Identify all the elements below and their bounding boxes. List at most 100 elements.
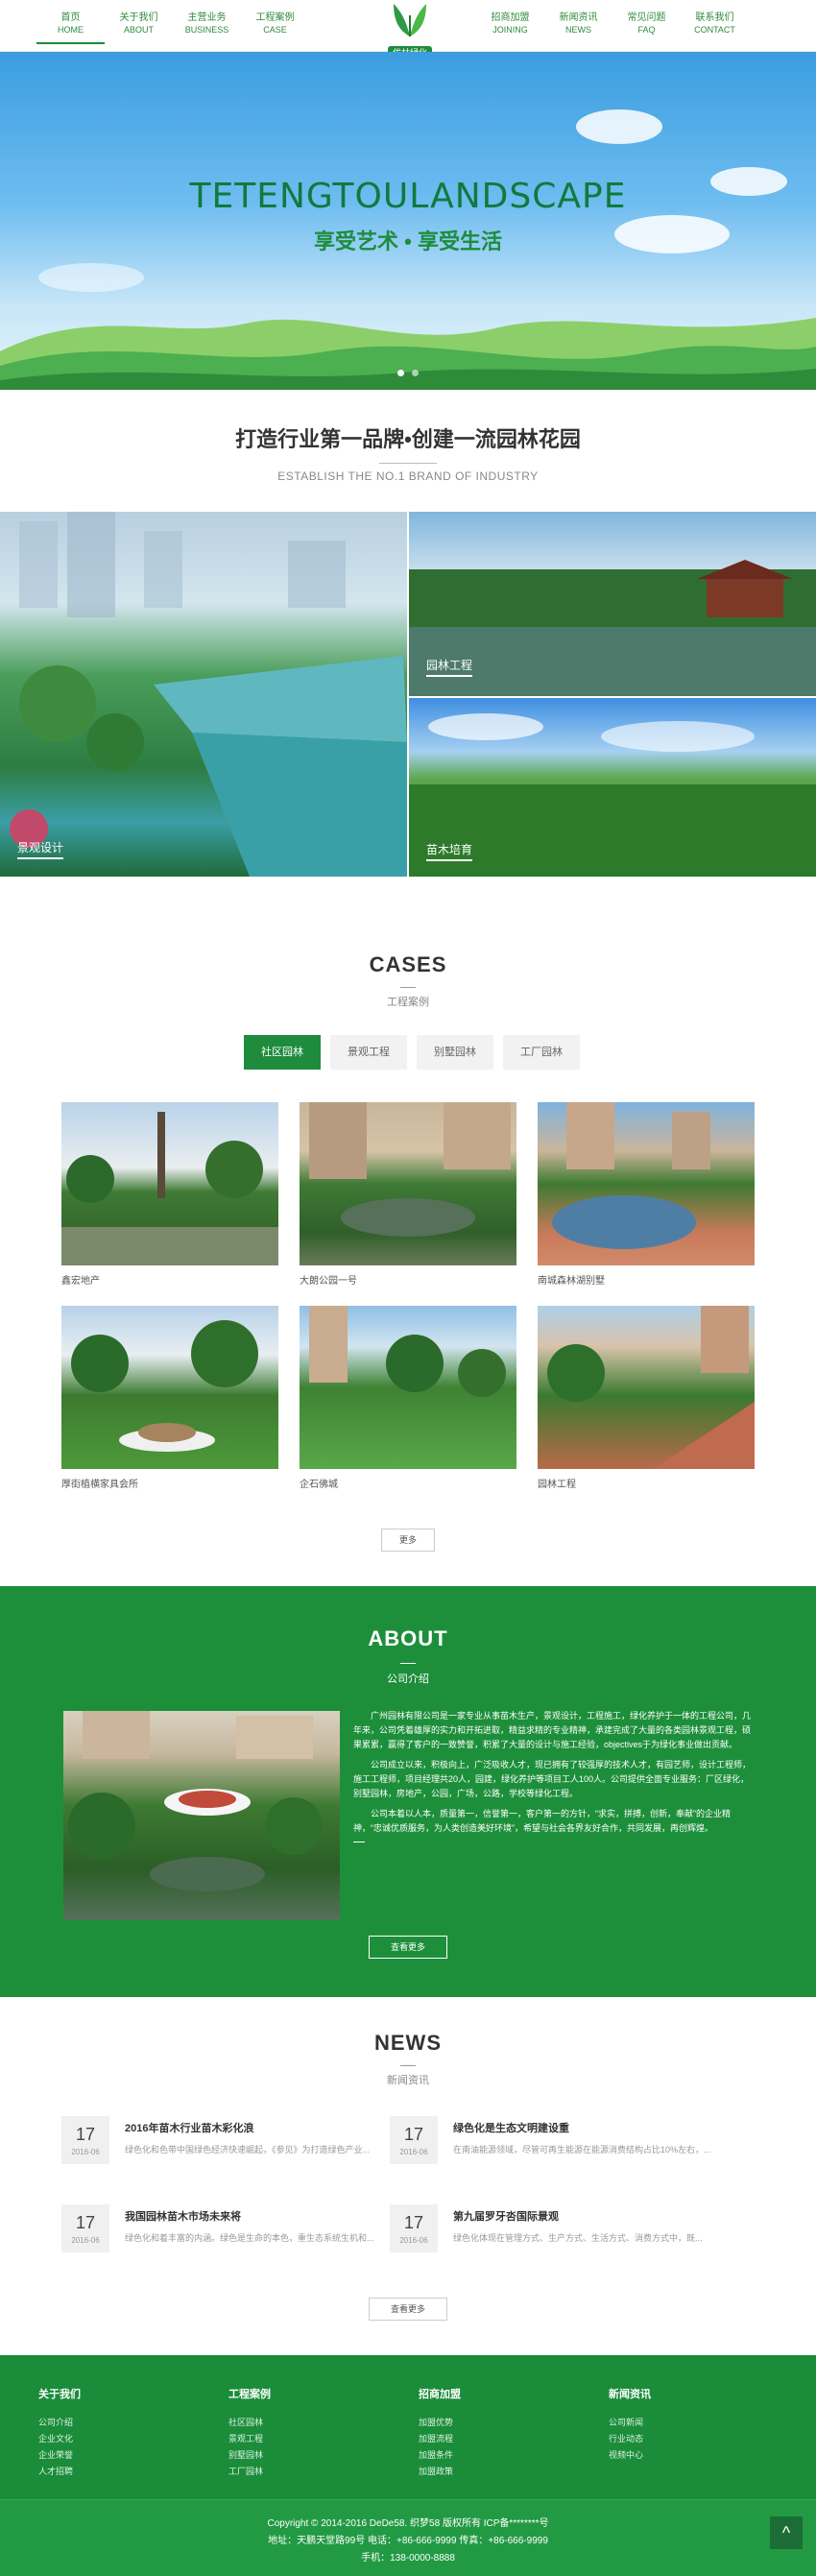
news-item-desc: 在南油能源领域，尽管可再生能源在能源消费结构占比10%左右，... bbox=[453, 2145, 711, 2155]
news-item-title[interactable]: 绿色化是生态文明建设重 bbox=[453, 2120, 569, 2135]
footer-link[interactable]: 企业荣誉 bbox=[38, 2447, 173, 2464]
footer-phone: 手机：138-0000-8888 bbox=[361, 2553, 455, 2564]
footer-link[interactable]: 视频中心 bbox=[609, 2447, 743, 2464]
nav-home[interactable]: 首页 HOME bbox=[36, 12, 105, 44]
news-date: 17 2016-06 bbox=[390, 2204, 438, 2252]
service-tile-nursery[interactable]: 苗木培育 bbox=[409, 698, 816, 877]
case-image bbox=[300, 1102, 516, 1265]
nav-right: 招商加盟 JOINING 新闻资讯 NEWS 常见问题 FAQ 联系我们 CONTACT bbox=[476, 12, 749, 36]
footer-link[interactable]: 行业动态 bbox=[609, 2431, 743, 2447]
nav-business[interactable]: 主营业务 BUSINESS bbox=[173, 12, 241, 44]
case-image bbox=[61, 1102, 278, 1265]
footer-link[interactable]: 别墅园林 bbox=[228, 2447, 363, 2464]
divider bbox=[379, 463, 437, 464]
case-card[interactable]: 鑫宏地产 bbox=[61, 1102, 278, 1287]
nav-about[interactable]: 关于我们 ABOUT bbox=[105, 12, 173, 44]
banner-title: TETENGTOULANDSCAPE bbox=[189, 177, 627, 216]
service-label-engineering: 园林工程 bbox=[426, 657, 473, 677]
nav-case[interactable]: 工程案例 CASE bbox=[241, 12, 309, 44]
news-item[interactable]: 17 2016-06 我国园林苗木市场未来将 绿色化和着丰富的内涵。绿色是生命的本… bbox=[61, 2204, 407, 2256]
news-item-title[interactable]: 2016年苗木行业苗木彩化浪 bbox=[125, 2120, 253, 2135]
footer-link[interactable]: 景观工程 bbox=[228, 2431, 363, 2447]
banner-dot-2[interactable] bbox=[412, 370, 419, 376]
nav-left: 首页 HOME 关于我们 ABOUT 主营业务 BUSINESS 工程案例 CASE bbox=[36, 12, 309, 44]
footer-col-cases: 工程案例 社区园林 景观工程 别墅园林 工厂园林 bbox=[228, 2386, 363, 2480]
footer-link[interactable]: 企业文化 bbox=[38, 2431, 173, 2447]
tab-villa[interactable]: 别墅园林 bbox=[417, 1035, 493, 1070]
divider bbox=[400, 987, 416, 988]
back-to-top-button[interactable]: ^ bbox=[770, 2516, 803, 2549]
case-caption: 园林工程 bbox=[538, 1480, 576, 1490]
footer-col-title: 关于我们 bbox=[38, 2389, 81, 2400]
footer-link[interactable]: 加盟优势 bbox=[419, 2415, 553, 2431]
nav-contact[interactable]: 联系我们 CONTACT bbox=[681, 12, 749, 36]
hero-banner[interactable]: TETENGTOULANDSCAPE 享受艺术 • 享受生活 bbox=[0, 52, 816, 390]
footer-col-about: 关于我们 公司介绍 企业文化 企业荣誉 人才招聘 bbox=[38, 2386, 173, 2480]
about-more-button[interactable]: 查看更多 bbox=[369, 1936, 447, 1959]
footer-link[interactable]: 加盟政策 bbox=[419, 2464, 553, 2480]
nav-faq[interactable]: 常见问题 FAQ bbox=[612, 12, 681, 36]
footer-col-joining: 招商加盟 加盟优势 加盟流程 加盟条件 加盟政策 bbox=[419, 2386, 553, 2480]
about-paragraph: 公司成立以来，积极向上，广泛吸收人才，现已拥有了较强厚的技术人才，有园艺师，设计… bbox=[353, 1760, 752, 1798]
news-title: NEWS bbox=[374, 2031, 442, 2055]
news-item[interactable]: 17 2016-06 第九届罗牙呇国际景观 绿色化体现在管理方式、生产方式、生活方… bbox=[390, 2204, 735, 2256]
nav-news[interactable]: 新闻资讯 NEWS bbox=[544, 12, 612, 36]
about-title: ABOUT bbox=[368, 1626, 448, 1650]
tab-factory[interactable]: 工厂园林 bbox=[503, 1035, 580, 1070]
news-item-title[interactable]: 我国园林苗木市场未来将 bbox=[125, 2208, 241, 2224]
case-card[interactable]: 厚街植横家具会所 bbox=[61, 1306, 278, 1490]
footer-col-news: 新闻资讯 公司新闻 行业动态 视频中心 bbox=[609, 2386, 743, 2464]
footer-link[interactable]: 工厂园林 bbox=[228, 2464, 363, 2480]
about-paragraph: 广州园林有限公司是一家专业从事苗木生产，景观设计，工程施工，绿化养护于一体的工程… bbox=[353, 1711, 752, 1749]
divider bbox=[400, 2065, 416, 2066]
cases-subtitle: 工程案例 bbox=[387, 997, 429, 1008]
divider bbox=[400, 1663, 416, 1664]
cloud-shape bbox=[576, 109, 662, 144]
about-text: 广州园林有限公司是一家专业从事苗木生产，景观设计，工程施工，绿化养护于一体的工程… bbox=[353, 1709, 753, 1842]
case-image bbox=[538, 1102, 755, 1265]
service-grid: 景观设计 园林工程 苗木培育 bbox=[0, 512, 816, 877]
service-tile-design[interactable]: 景观设计 bbox=[0, 512, 407, 877]
case-card[interactable]: 南城森林湖别墅 bbox=[538, 1102, 755, 1287]
cases-title: CASES bbox=[369, 952, 447, 976]
tab-community[interactable]: 社区园林 bbox=[244, 1035, 321, 1070]
case-caption: 企石佛城 bbox=[300, 1480, 338, 1490]
nav-joining[interactable]: 招商加盟 JOINING bbox=[476, 12, 544, 36]
service-label-nursery: 苗木培育 bbox=[426, 841, 473, 861]
case-card[interactable]: 企石佛城 bbox=[300, 1306, 516, 1490]
footer-link[interactable]: 加盟条件 bbox=[419, 2447, 553, 2464]
footer-bottom: Copyright © 2014-2016 DeDe58. 织梦58 版权所有 … bbox=[0, 2499, 816, 2576]
footer-col-title: 新闻资讯 bbox=[609, 2389, 651, 2400]
news-more-button[interactable]: 查看更多 bbox=[369, 2298, 447, 2321]
news-item[interactable]: 17 2016-06 2016年苗木行业苗木彩化浪 绿色化和色带中国绿色经济快速崛… bbox=[61, 2116, 407, 2168]
case-caption: 厚街植横家具会所 bbox=[61, 1480, 138, 1490]
news-item-title[interactable]: 第九届罗牙呇国际景观 bbox=[453, 2208, 559, 2224]
footer-link[interactable]: 公司新闻 bbox=[609, 2415, 743, 2431]
footer-link[interactable]: 公司介绍 bbox=[38, 2415, 173, 2431]
news-item-desc: 绿色化和着丰富的内涵。绿色是生命的本色，重生态系统生机和... bbox=[125, 2233, 374, 2243]
footer-link[interactable]: 社区园林 bbox=[228, 2415, 363, 2431]
service-tile-engineering[interactable]: 园林工程 bbox=[409, 512, 816, 696]
about-paragraph: 公司本着以人本，质量第一，信誉第一，客户第一的方针，“求实，拼搏，创新，奉献”的… bbox=[353, 1809, 731, 1833]
footer-col-title: 招商加盟 bbox=[419, 2389, 461, 2400]
footer-link[interactable]: 加盟流程 bbox=[419, 2431, 553, 2447]
news-item[interactable]: 17 2016-06 绿色化是生态文明建设重 在南油能源领域，尽管可再生能源在能源… bbox=[390, 2116, 735, 2168]
news-item-desc: 绿色化和色带中国绿色经济快速崛起，《参见》为打造绿色产业... bbox=[125, 2145, 371, 2155]
case-card[interactable]: 园林工程 bbox=[538, 1306, 755, 1490]
intro-section: 打造行业第一品牌•创建一流园林花园 ESTABLISH THE NO.1 BRA… bbox=[0, 422, 816, 483]
banner-subtitle: 享受艺术 • 享受生活 bbox=[314, 229, 502, 253]
intro-en: ESTABLISH THE NO.1 BRAND OF INDUSTRY bbox=[277, 469, 539, 483]
cases-more-button[interactable]: 更多 bbox=[381, 1529, 435, 1552]
footer: 关于我们 公司介绍 企业文化 企业荣誉 人才招聘 工程案例 社区园林 景观工程 … bbox=[0, 2355, 816, 2576]
case-caption: 鑫宏地产 bbox=[61, 1276, 100, 1287]
news-subtitle: 新闻资讯 bbox=[387, 2075, 429, 2086]
banner-dot-1[interactable] bbox=[397, 370, 404, 376]
copyright: Copyright © 2014-2016 DeDe58. 织梦58 版权所有 … bbox=[267, 2518, 549, 2529]
case-image bbox=[300, 1306, 516, 1469]
footer-address: 地址：天鹏天堂路99号 电话：+86-666-9999 传真：+86-666-9… bbox=[268, 2536, 548, 2546]
footer-link[interactable]: 人才招聘 bbox=[38, 2464, 173, 2480]
case-card[interactable]: 大朗公园一号 bbox=[300, 1102, 516, 1287]
tab-landscape[interactable]: 景观工程 bbox=[330, 1035, 407, 1070]
news-item-desc: 绿色化体现在管理方式、生产方式、生活方式、消费方式中，既... bbox=[453, 2233, 703, 2243]
logo[interactable]: 优林绿化 bbox=[382, 2, 438, 59]
